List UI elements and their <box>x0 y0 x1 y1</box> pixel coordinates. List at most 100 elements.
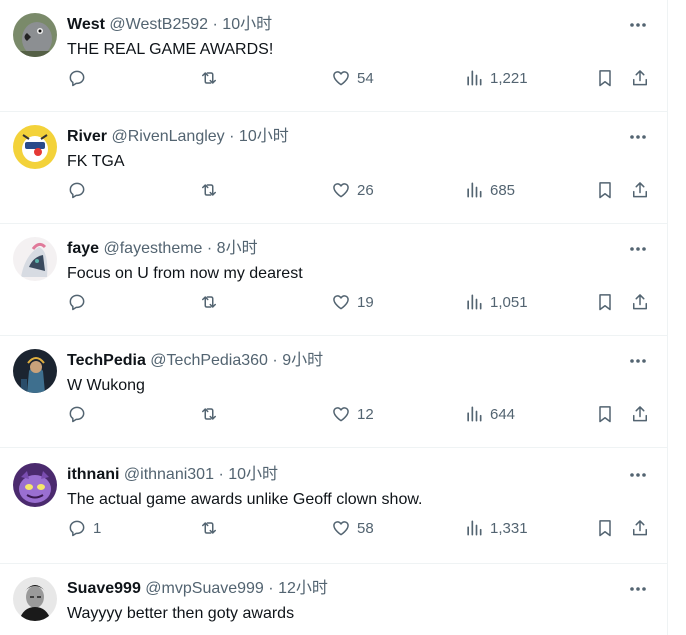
like-button[interactable]: 54 <box>331 67 374 89</box>
timestamp[interactable]: 10小时 <box>222 16 272 33</box>
avatar[interactable] <box>13 237 57 281</box>
more-options-button[interactable] <box>626 238 650 260</box>
view-count: 1,331 <box>490 519 528 537</box>
reply-item[interactable]: faye @fayestheme · 8小时 Focus on U from n… <box>0 224 668 336</box>
heart-icon <box>333 521 349 536</box>
share-button[interactable] <box>630 67 650 89</box>
timestamp[interactable]: 10小时 <box>228 466 278 483</box>
user-handle[interactable]: @fayestheme <box>103 240 202 257</box>
avatar[interactable] <box>13 463 57 507</box>
reply-button[interactable] <box>67 67 93 89</box>
avatar[interactable] <box>13 125 57 169</box>
like-button[interactable]: 12 <box>331 403 374 425</box>
heart-icon <box>333 295 349 310</box>
more-options-button[interactable] <box>626 464 650 486</box>
avatar[interactable] <box>13 577 57 621</box>
reply-item[interactable]: ithnani @ithnani301 · 10小时 The actual ga… <box>0 450 668 564</box>
views-button[interactable]: 1,051 <box>464 291 528 313</box>
separator-dot: · <box>212 16 218 33</box>
share-button[interactable] <box>630 179 650 201</box>
timestamp[interactable]: 10小时 <box>239 128 289 145</box>
avatar[interactable] <box>13 13 57 57</box>
action-bar: 26 685 <box>0 176 668 206</box>
repost-icon <box>202 296 216 308</box>
reply-icon <box>69 520 85 537</box>
separator-dot: · <box>268 580 274 597</box>
like-count: 19 <box>357 293 374 311</box>
action-bar: 12 644 <box>0 400 668 430</box>
views-button[interactable]: 1,221 <box>464 67 528 89</box>
display-name[interactable]: TechPedia <box>67 352 146 369</box>
repost-icon <box>202 184 216 196</box>
views-button[interactable]: 1,331 <box>464 517 528 539</box>
more-icon <box>630 473 646 477</box>
user-handle[interactable]: @TechPedia360 <box>150 352 268 369</box>
reply-button[interactable]: 1 <box>67 517 101 539</box>
display-name[interactable]: ithnani <box>67 466 119 483</box>
bookmark-icon <box>599 182 611 199</box>
user-handle[interactable]: @WestB2592 <box>109 16 208 33</box>
gray-parrot-avatar <box>13 13 57 57</box>
heart-icon <box>333 407 349 422</box>
reply-item[interactable]: River @RivenLangley · 10小时 FK TGA 26 685 <box>0 112 668 224</box>
repost-button[interactable] <box>199 179 219 201</box>
more-icon <box>630 23 646 27</box>
like-count: 58 <box>357 519 374 537</box>
reply-button[interactable] <box>67 291 93 313</box>
reply-item[interactable]: West @WestB2592 · 10小时 THE REAL GAME AWA… <box>0 0 668 112</box>
repost-icon <box>202 408 216 420</box>
separator-dot: · <box>218 466 224 483</box>
reply-item[interactable]: Suave999 @mvpSuave999 · 12小时 Wayyyy bett… <box>0 564 668 635</box>
reply-header: Suave999 @mvpSuave999 · 12小时 <box>67 579 328 599</box>
reply-header: River @RivenLangley · 10小时 <box>67 127 289 147</box>
more-options-button[interactable] <box>626 350 650 372</box>
share-icon <box>633 294 647 310</box>
avatar[interactable] <box>13 349 57 393</box>
like-button[interactable]: 58 <box>331 517 374 539</box>
reply-button[interactable] <box>67 179 93 201</box>
timestamp[interactable]: 8小时 <box>217 240 258 257</box>
reply-icon <box>69 70 85 87</box>
view-count: 685 <box>490 181 516 199</box>
views-button[interactable]: 685 <box>464 179 515 201</box>
more-options-button[interactable] <box>626 126 650 148</box>
more-options-button[interactable] <box>626 578 650 600</box>
bookmark-button[interactable] <box>595 403 615 425</box>
repost-button[interactable] <box>199 403 219 425</box>
like-count: 12 <box>357 405 374 423</box>
views-icon <box>467 520 482 536</box>
repost-button[interactable] <box>199 291 219 313</box>
action-bar: 19 1,051 <box>0 288 668 318</box>
user-handle[interactable]: @mvpSuave999 <box>145 580 264 597</box>
reply-button[interactable] <box>67 403 93 425</box>
display-name[interactable]: River <box>67 128 107 145</box>
share-button[interactable] <box>630 291 650 313</box>
display-name[interactable]: faye <box>67 240 99 257</box>
display-name[interactable]: West <box>67 16 105 33</box>
like-button[interactable]: 19 <box>331 291 374 313</box>
more-icon <box>630 587 646 591</box>
repost-button[interactable] <box>199 517 219 539</box>
action-bar: 54 1,221 <box>0 64 668 94</box>
timestamp[interactable]: 9小时 <box>282 352 323 369</box>
bookmark-button[interactable] <box>595 67 615 89</box>
share-icon <box>633 182 647 198</box>
bookmark-button[interactable] <box>595 291 615 313</box>
reply-item[interactable]: TechPedia @TechPedia360 · 9小时 W Wukong 1… <box>0 336 668 448</box>
like-button[interactable]: 26 <box>331 179 374 201</box>
timestamp[interactable]: 12小时 <box>278 580 328 597</box>
bookmark-button[interactable] <box>595 179 615 201</box>
user-handle[interactable]: @ithnani301 <box>124 466 214 483</box>
share-button[interactable] <box>630 403 650 425</box>
separator-dot: · <box>206 240 213 257</box>
share-icon <box>633 520 647 536</box>
more-options-button[interactable] <box>626 14 650 36</box>
views-button[interactable]: 644 <box>464 403 515 425</box>
bookmark-button[interactable] <box>595 517 615 539</box>
repost-button[interactable] <box>199 67 219 89</box>
share-button[interactable] <box>630 517 650 539</box>
reply-text: Wayyyy better then goty awards <box>67 605 295 622</box>
display-name[interactable]: Suave999 <box>67 580 141 597</box>
reply-feed: West @WestB2592 · 10小时 THE REAL GAME AWA… <box>0 0 668 635</box>
user-handle[interactable]: @RivenLangley <box>111 128 224 145</box>
